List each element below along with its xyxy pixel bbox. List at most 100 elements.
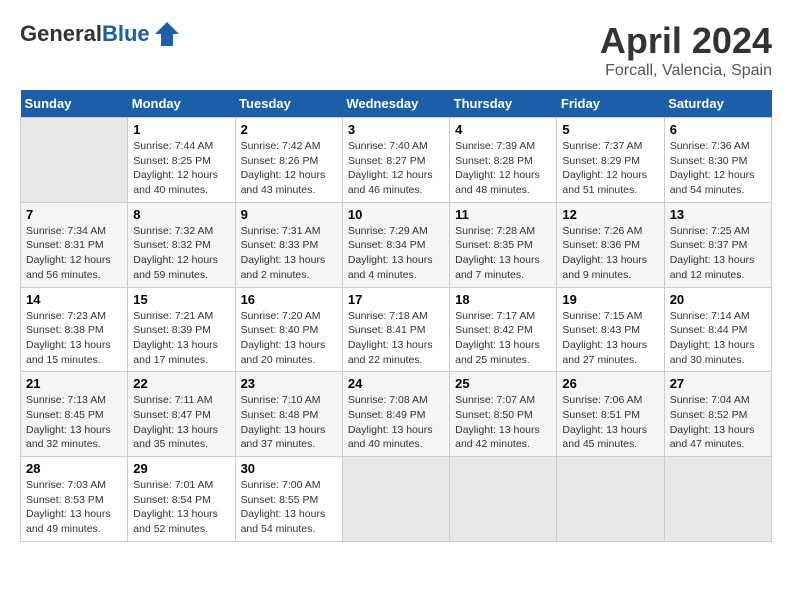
day-info: Sunrise: 7:15 AMSunset: 8:43 PMDaylight:… <box>562 309 658 368</box>
subtitle: Forcall, Valencia, Spain <box>600 62 772 80</box>
day-info: Sunrise: 7:10 AMSunset: 8:48 PMDaylight:… <box>241 393 337 452</box>
title-area: April 2024 Forcall, Valencia, Spain <box>600 20 772 80</box>
week-row-3: 14 Sunrise: 7:23 AMSunset: 8:38 PMDayligh… <box>21 287 772 372</box>
day-number: 28 <box>26 461 122 476</box>
main-title: April 2024 <box>600 20 772 62</box>
header-thursday: Thursday <box>450 90 557 118</box>
calendar-cell: 28 Sunrise: 7:03 AMSunset: 8:53 PMDayligh… <box>21 457 128 542</box>
header-wednesday: Wednesday <box>342 90 449 118</box>
day-info: Sunrise: 7:07 AMSunset: 8:50 PMDaylight:… <box>455 393 551 452</box>
calendar-cell: 25 Sunrise: 7:07 AMSunset: 8:50 PMDayligh… <box>450 372 557 457</box>
day-info: Sunrise: 7:44 AMSunset: 8:25 PMDaylight:… <box>133 139 229 198</box>
logo: GeneralBlue <box>20 20 181 48</box>
day-number: 25 <box>455 376 551 391</box>
day-info: Sunrise: 7:31 AMSunset: 8:33 PMDaylight:… <box>241 224 337 283</box>
day-number: 29 <box>133 461 229 476</box>
page-header: GeneralBlue April 2024 Forcall, Valencia… <box>20 20 772 80</box>
calendar-cell: 6Sunrise: 7:36 AMSunset: 8:30 PMDaylight… <box>664 118 771 203</box>
logo-text: GeneralBlue <box>20 21 150 47</box>
header-sunday: Sunday <box>21 90 128 118</box>
day-info: Sunrise: 7:14 AMSunset: 8:44 PMDaylight:… <box>670 309 766 368</box>
calendar-cell: 24Sunrise: 7:08 AMSunset: 8:49 PMDayligh… <box>342 372 449 457</box>
day-info: Sunrise: 7:20 AMSunset: 8:40 PMDaylight:… <box>241 309 337 368</box>
day-number: 10 <box>348 207 444 222</box>
calendar-cell: 7 Sunrise: 7:34 AMSunset: 8:31 PMDaylight… <box>21 202 128 287</box>
calendar-cell <box>664 457 771 542</box>
calendar-cell: 14 Sunrise: 7:23 AMSunset: 8:38 PMDayligh… <box>21 287 128 372</box>
calendar-table: SundayMondayTuesdayWednesdayThursdayFrid… <box>20 90 772 542</box>
day-info: Sunrise: 7:00 AMSunset: 8:55 PMDaylight:… <box>241 478 337 537</box>
header-saturday: Saturday <box>664 90 771 118</box>
day-info: Sunrise: 7:06 AMSunset: 8:51 PMDaylight:… <box>562 393 658 452</box>
day-info: Sunrise: 7:39 AMSunset: 8:28 PMDaylight:… <box>455 139 551 198</box>
day-info: Sunrise: 7:18 AMSunset: 8:41 PMDaylight:… <box>348 309 444 368</box>
day-info: Sunrise: 7:13 AMSunset: 8:45 PMDaylight:… <box>26 393 122 452</box>
logo-icon <box>153 20 181 48</box>
calendar-cell: 10 Sunrise: 7:29 AMSunset: 8:34 PMDayligh… <box>342 202 449 287</box>
day-info: Sunrise: 7:40 AMSunset: 8:27 PMDaylight:… <box>348 139 444 198</box>
day-number: 17 <box>348 292 444 307</box>
calendar-cell <box>342 457 449 542</box>
day-info: Sunrise: 7:23 AMSunset: 8:38 PMDaylight:… <box>26 309 122 368</box>
calendar-cell: 2 Sunrise: 7:42 AMSunset: 8:26 PMDaylight… <box>235 118 342 203</box>
calendar-cell: 5Sunrise: 7:37 AMSunset: 8:29 PMDaylight… <box>557 118 664 203</box>
day-info: Sunrise: 7:37 AMSunset: 8:29 PMDaylight:… <box>562 139 658 198</box>
calendar-cell: 23 Sunrise: 7:10 AMSunset: 8:48 PMDayligh… <box>235 372 342 457</box>
calendar-cell: 15 Sunrise: 7:21 AMSunset: 8:39 PMDayligh… <box>128 287 235 372</box>
logo-blue: Blue <box>102 21 150 46</box>
day-number: 11 <box>455 207 551 222</box>
calendar-cell: 18 Sunrise: 7:17 AMSunset: 8:42 PMDayligh… <box>450 287 557 372</box>
day-info: Sunrise: 7:26 AMSunset: 8:36 PMDaylight:… <box>562 224 658 283</box>
calendar-cell: 12 Sunrise: 7:26 AMSunset: 8:36 PMDayligh… <box>557 202 664 287</box>
day-number: 18 <box>455 292 551 307</box>
day-number: 14 <box>26 292 122 307</box>
day-number: 7 <box>26 207 122 222</box>
day-number: 30 <box>241 461 337 476</box>
day-info: Sunrise: 7:28 AMSunset: 8:35 PMDaylight:… <box>455 224 551 283</box>
calendar-cell: 17 Sunrise: 7:18 AMSunset: 8:41 PMDayligh… <box>342 287 449 372</box>
day-number: 1 <box>133 122 229 137</box>
calendar-cell: 1 Sunrise: 7:44 AMSunset: 8:25 PMDaylight… <box>128 118 235 203</box>
logo-general: General <box>20 21 102 46</box>
day-info: Sunrise: 7:29 AMSunset: 8:34 PMDaylight:… <box>348 224 444 283</box>
day-number: 2 <box>241 122 337 137</box>
calendar-cell: 27 Sunrise: 7:04 AMSunset: 8:52 PMDayligh… <box>664 372 771 457</box>
calendar-header-row: SundayMondayTuesdayWednesdayThursdayFrid… <box>21 90 772 118</box>
day-number: 6 <box>670 122 766 137</box>
week-row-4: 21 Sunrise: 7:13 AMSunset: 8:45 PMDayligh… <box>21 372 772 457</box>
day-number: 23 <box>241 376 337 391</box>
day-info: Sunrise: 7:42 AMSunset: 8:26 PMDaylight:… <box>241 139 337 198</box>
day-info: Sunrise: 7:25 AMSunset: 8:37 PMDaylight:… <box>670 224 766 283</box>
header-tuesday: Tuesday <box>235 90 342 118</box>
day-info: Sunrise: 7:01 AMSunset: 8:54 PMDaylight:… <box>133 478 229 537</box>
calendar-cell: 9Sunrise: 7:31 AMSunset: 8:33 PMDaylight… <box>235 202 342 287</box>
day-number: 27 <box>670 376 766 391</box>
header-friday: Friday <box>557 90 664 118</box>
day-info: Sunrise: 7:03 AMSunset: 8:53 PMDaylight:… <box>26 478 122 537</box>
calendar-cell: 3Sunrise: 7:40 AMSunset: 8:27 PMDaylight… <box>342 118 449 203</box>
calendar-cell: 30 Sunrise: 7:00 AMSunset: 8:55 PMDayligh… <box>235 457 342 542</box>
day-number: 22 <box>133 376 229 391</box>
day-number: 21 <box>26 376 122 391</box>
calendar-cell <box>450 457 557 542</box>
calendar-cell: 19 Sunrise: 7:15 AMSunset: 8:43 PMDayligh… <box>557 287 664 372</box>
week-row-2: 7 Sunrise: 7:34 AMSunset: 8:31 PMDaylight… <box>21 202 772 287</box>
calendar-cell: 16Sunrise: 7:20 AMSunset: 8:40 PMDayligh… <box>235 287 342 372</box>
calendar-cell: 26Sunrise: 7:06 AMSunset: 8:51 PMDayligh… <box>557 372 664 457</box>
day-number: 15 <box>133 292 229 307</box>
day-info: Sunrise: 7:21 AMSunset: 8:39 PMDaylight:… <box>133 309 229 368</box>
day-number: 12 <box>562 207 658 222</box>
calendar-cell: 20Sunrise: 7:14 AMSunset: 8:44 PMDayligh… <box>664 287 771 372</box>
calendar-cell: 21 Sunrise: 7:13 AMSunset: 8:45 PMDayligh… <box>21 372 128 457</box>
calendar-cell: 13Sunrise: 7:25 AMSunset: 8:37 PMDayligh… <box>664 202 771 287</box>
day-info: Sunrise: 7:04 AMSunset: 8:52 PMDaylight:… <box>670 393 766 452</box>
day-info: Sunrise: 7:32 AMSunset: 8:32 PMDaylight:… <box>133 224 229 283</box>
day-info: Sunrise: 7:34 AMSunset: 8:31 PMDaylight:… <box>26 224 122 283</box>
calendar-cell <box>557 457 664 542</box>
day-info: Sunrise: 7:17 AMSunset: 8:42 PMDaylight:… <box>455 309 551 368</box>
calendar-cell: 29 Sunrise: 7:01 AMSunset: 8:54 PMDayligh… <box>128 457 235 542</box>
calendar-cell <box>21 118 128 203</box>
day-number: 19 <box>562 292 658 307</box>
calendar-cell: 22Sunrise: 7:11 AMSunset: 8:47 PMDayligh… <box>128 372 235 457</box>
week-row-1: 1 Sunrise: 7:44 AMSunset: 8:25 PMDaylight… <box>21 118 772 203</box>
